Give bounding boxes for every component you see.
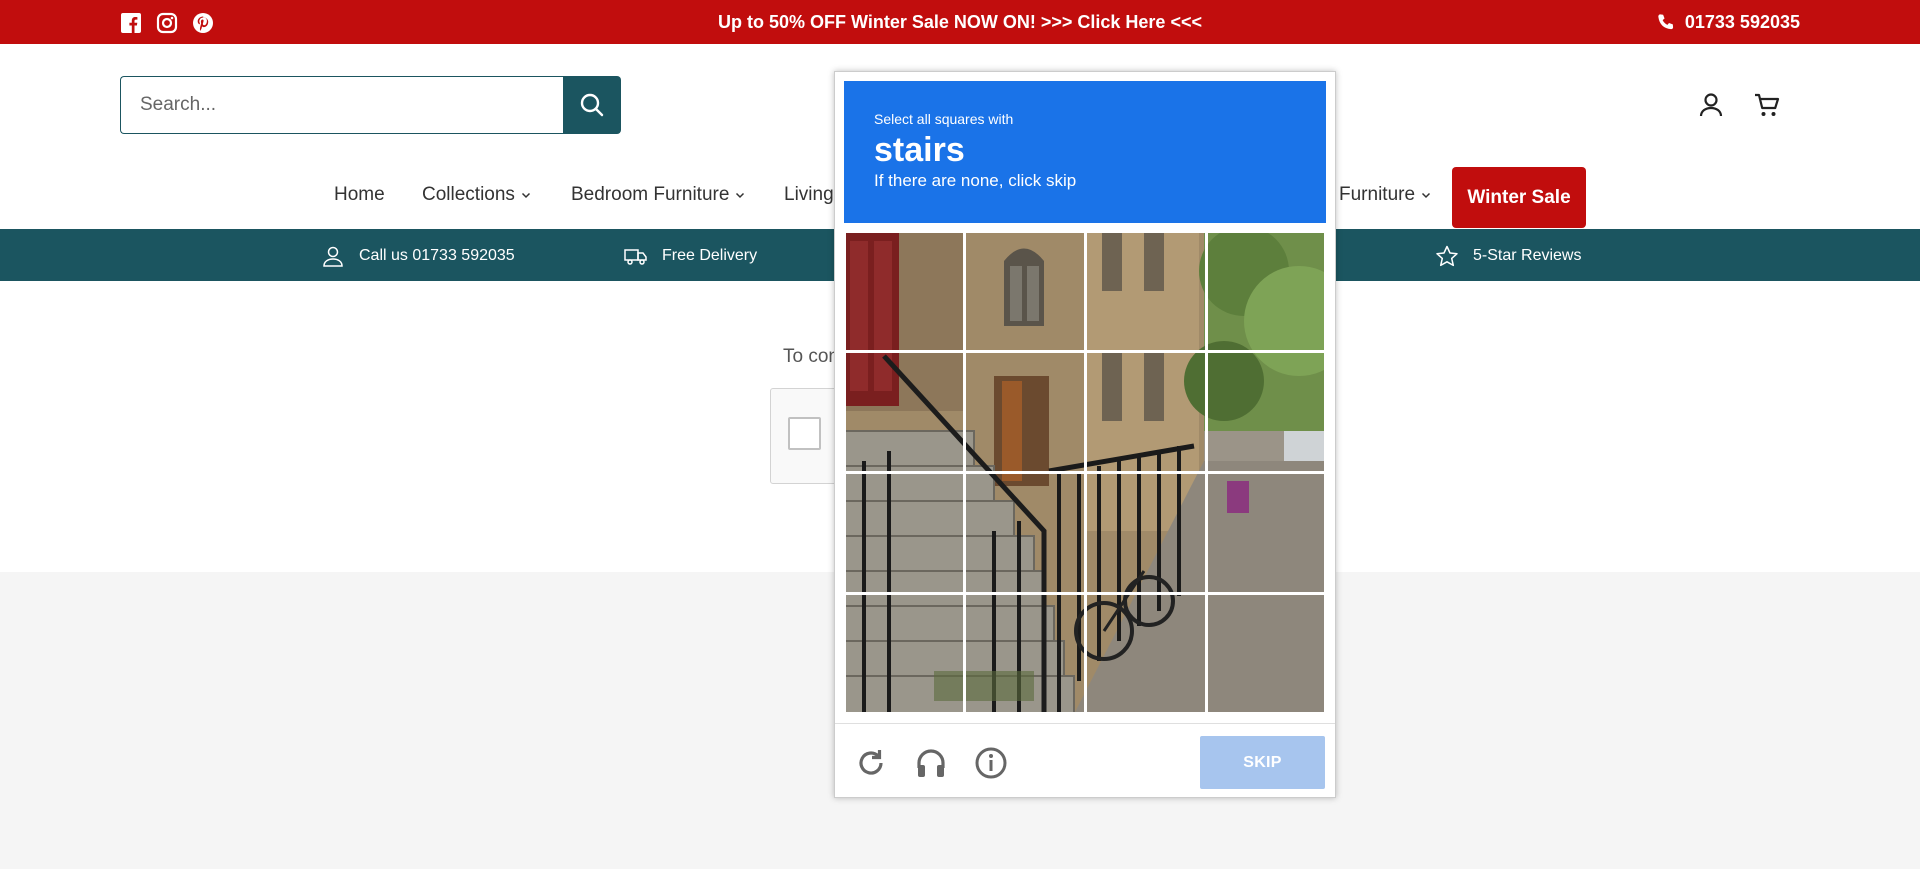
captcha-tile[interactable] bbox=[964, 472, 1086, 594]
captcha-tile[interactable] bbox=[1085, 472, 1207, 594]
nav-winter-sale-button[interactable]: Winter Sale bbox=[1452, 167, 1586, 228]
challenge-target: stairs bbox=[874, 131, 965, 169]
nav-item-bedroom-furniture[interactable]: Bedroom Furniture bbox=[571, 184, 745, 206]
usp-reviews-label: 5-Star Reviews bbox=[1473, 247, 1582, 264]
captcha-tile[interactable] bbox=[964, 231, 1086, 352]
challenge-image-grid bbox=[844, 231, 1326, 714]
nav-item-home[interactable]: Home bbox=[334, 184, 385, 206]
nav-item-label: Bedroom Furniture bbox=[571, 184, 730, 205]
skip-button[interactable]: SKIP bbox=[1200, 736, 1325, 789]
nav-item-label: Home bbox=[334, 184, 385, 205]
audio-icon[interactable] bbox=[914, 746, 948, 780]
usp-delivery: Free Delivery bbox=[624, 245, 757, 267]
star-icon bbox=[1436, 245, 1458, 267]
reload-icon[interactable] bbox=[854, 746, 888, 780]
nav-item-furniture[interactable]: Furniture bbox=[1339, 184, 1431, 206]
captcha-tile[interactable] bbox=[1206, 593, 1326, 714]
verification-message: To con bbox=[783, 346, 839, 367]
cart-icon[interactable] bbox=[1752, 90, 1782, 120]
captcha-tile[interactable] bbox=[844, 351, 965, 473]
truck-icon bbox=[624, 249, 647, 265]
header-phone[interactable]: 01733 592035 bbox=[1656, 12, 1800, 33]
chevron-down-icon bbox=[736, 192, 745, 199]
announcement-bar: Up to 50% OFF Winter Sale NOW ON! >>> Cl… bbox=[0, 0, 1920, 44]
captcha-tile[interactable] bbox=[844, 472, 965, 594]
captcha-tile[interactable] bbox=[1085, 593, 1207, 714]
challenge-instruction: Select all squares with bbox=[874, 111, 1014, 127]
recaptcha-checkbox[interactable] bbox=[788, 417, 821, 450]
challenge-skip-hint: If there are none, click skip bbox=[874, 171, 1077, 190]
promo-banner-link[interactable]: Up to 50% OFF Winter Sale NOW ON! >>> Cl… bbox=[0, 12, 1920, 33]
usp-call-label: Call us 01733 592035 bbox=[359, 247, 515, 264]
chevron-down-icon bbox=[521, 192, 530, 199]
captcha-tile[interactable] bbox=[1206, 472, 1326, 594]
usp-call: Call us 01733 592035 bbox=[321, 245, 515, 267]
chevron-down-icon bbox=[1422, 192, 1431, 199]
user-icon bbox=[323, 246, 343, 267]
search-input[interactable] bbox=[120, 76, 563, 134]
challenge-footer: SKIP bbox=[835, 723, 1335, 798]
account-icon[interactable] bbox=[1696, 90, 1726, 120]
nav-item-collections[interactable]: Collections bbox=[422, 184, 531, 206]
info-icon[interactable] bbox=[974, 746, 1008, 780]
captcha-tile[interactable] bbox=[1085, 231, 1207, 352]
nav-item-label: Living bbox=[784, 184, 834, 205]
search-icon bbox=[580, 93, 604, 117]
captcha-tile[interactable] bbox=[1206, 231, 1326, 352]
captcha-tile[interactable] bbox=[964, 593, 1086, 714]
header-actions bbox=[1696, 90, 1782, 120]
nav-item-label: Furniture bbox=[1339, 184, 1416, 205]
captcha-tile[interactable] bbox=[964, 351, 1086, 473]
nav-item-living[interactable]: Living bbox=[784, 184, 834, 206]
captcha-tile[interactable] bbox=[1085, 351, 1207, 473]
usp-reviews: 5-Star Reviews bbox=[1435, 245, 1581, 267]
captcha-tile[interactable] bbox=[1206, 351, 1326, 473]
recaptcha-challenge: Select all squares with stairs If there … bbox=[834, 71, 1336, 798]
challenge-header: Select all squares with stairs If there … bbox=[844, 81, 1326, 223]
header-phone-number: 01733 592035 bbox=[1684, 12, 1800, 32]
usp-delivery-label: Free Delivery bbox=[662, 247, 758, 264]
nav-item-label: Collections bbox=[422, 184, 515, 205]
captcha-tile[interactable] bbox=[844, 231, 965, 352]
search-button[interactable] bbox=[563, 76, 621, 134]
captcha-tile[interactable] bbox=[844, 593, 965, 714]
phone-icon bbox=[1658, 14, 1673, 30]
search-bar bbox=[120, 76, 621, 134]
